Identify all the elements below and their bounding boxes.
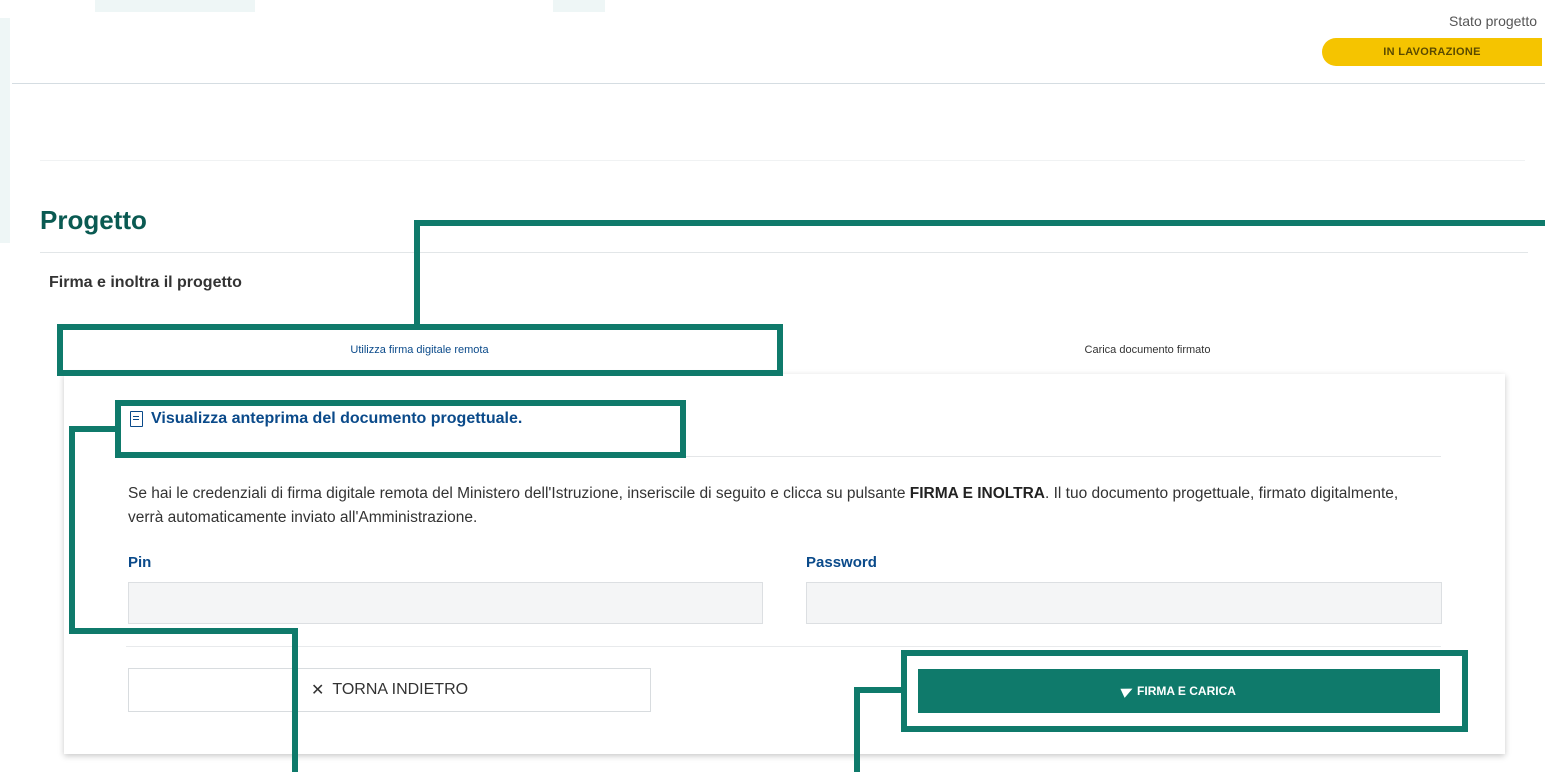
- stato-progetto-label: Stato progetto: [1449, 13, 1537, 29]
- title-divider: [40, 252, 1528, 253]
- callout-box-sign-button: [901, 650, 1468, 732]
- callout-line-tab-vertical: [414, 220, 420, 326]
- page-title: Progetto: [40, 205, 147, 235]
- callout-line-sign-h: [854, 687, 903, 693]
- back-button-label: TORNA INDIETRO: [332, 681, 469, 698]
- callout-box-tab: [57, 324, 783, 376]
- instructions-text: Se hai le credenziali di firma digitale …: [128, 482, 1428, 530]
- password-input[interactable]: [806, 582, 1442, 624]
- password-label: Password: [806, 554, 877, 571]
- callout-line-preview-v1: [69, 426, 75, 634]
- left-rail: [0, 18, 10, 243]
- top-decor-left: [95, 0, 255, 12]
- instructions-bold: FIRMA E INOLTRA: [909, 485, 1045, 502]
- page-subtitle: Firma e inoltra il progetto: [49, 274, 242, 291]
- header-divider: [12, 83, 1545, 84]
- callout-line-preview-h1: [69, 426, 117, 432]
- close-icon: ✕: [310, 682, 325, 699]
- callout-line-preview-v2: [292, 628, 298, 772]
- stato-progetto-badge: IN LAVORAZIONE: [1322, 38, 1542, 66]
- instructions-part1: Se hai le credenziali di firma digitale …: [128, 485, 910, 502]
- callout-line-preview-h2: [69, 628, 298, 634]
- top-decor-right: [553, 0, 605, 12]
- callout-box-preview: [115, 400, 686, 458]
- pin-input[interactable]: [128, 582, 763, 624]
- callout-line-sign-v: [854, 687, 860, 772]
- tab-carica-documento-firmato[interactable]: Carica documento firmato: [780, 330, 1515, 370]
- form-divider: [126, 646, 1441, 647]
- section-divider: [40, 160, 1525, 161]
- pin-label: Pin: [128, 554, 152, 571]
- back-button[interactable]: ✕ TORNA INDIETRO: [128, 668, 651, 712]
- callout-line-tab-horizontal: [414, 220, 1545, 226]
